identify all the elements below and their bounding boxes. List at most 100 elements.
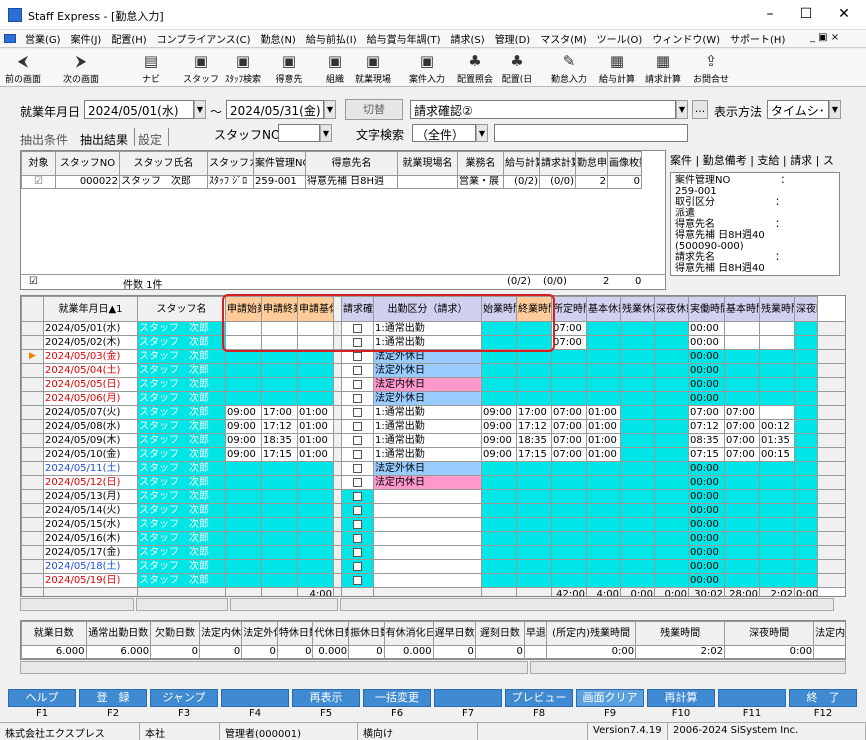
grid-cell[interactable]: 2024/05/18(土) bbox=[43, 559, 138, 574]
menu-item-9[interactable]: マスタ(M) bbox=[535, 31, 591, 46]
grid-cell[interactable] bbox=[759, 377, 795, 392]
grid-cell[interactable] bbox=[481, 545, 517, 560]
grid-cell[interactable]: 01:00 bbox=[586, 419, 621, 434]
text-search-input[interactable] bbox=[494, 124, 688, 142]
grid-cell[interactable] bbox=[794, 391, 818, 406]
confirm-checkbox-cell[interactable] bbox=[341, 517, 374, 532]
menu-item-5[interactable]: 給与前払(I) bbox=[301, 31, 362, 46]
grid-cell[interactable] bbox=[620, 447, 655, 462]
grid-cell[interactable]: 2024/05/05(日) bbox=[43, 377, 138, 392]
confirm-checkbox-cell[interactable] bbox=[341, 475, 374, 490]
grid-cell[interactable] bbox=[516, 559, 552, 574]
grid-cell[interactable]: スタッフ 次郎 bbox=[137, 489, 226, 504]
grid-cell[interactable] bbox=[551, 573, 587, 588]
row-selector[interactable] bbox=[21, 321, 44, 336]
grid-cell[interactable] bbox=[654, 405, 689, 420]
row-selector[interactable] bbox=[21, 517, 44, 532]
table-row[interactable]: 2024/05/06(月) スタッフ 次郎 法定外休日 00:00 bbox=[21, 391, 845, 406]
table-row[interactable]: 2024/05/11(土) スタッフ 次郎 法定外休日 00:00 bbox=[21, 461, 845, 476]
grid-cell[interactable] bbox=[794, 545, 818, 560]
confirm-checkbox[interactable] bbox=[353, 519, 362, 529]
column-header[interactable]: 業務名 bbox=[457, 151, 504, 176]
fkey-button-f11[interactable] bbox=[718, 689, 786, 707]
grid-cell[interactable] bbox=[794, 489, 818, 504]
grid-cell[interactable] bbox=[759, 321, 795, 336]
confirm-checkbox[interactable] bbox=[353, 477, 362, 487]
row-selector[interactable] bbox=[21, 545, 44, 560]
grid-cell[interactable] bbox=[654, 517, 689, 532]
grid-cell[interactable] bbox=[620, 517, 655, 532]
grid-cell[interactable]: スタッフ 次郎 bbox=[137, 545, 226, 560]
display-method-select[interactable]: タイムシ･ bbox=[767, 100, 829, 119]
grid-cell[interactable]: 01:00 bbox=[586, 433, 621, 448]
grid-cell[interactable]: 00:00 bbox=[688, 503, 725, 518]
grid-cell[interactable] bbox=[373, 559, 482, 574]
table-row[interactable]: 2024/05/14(火) スタッフ 次郎 00:00 bbox=[21, 503, 845, 518]
column-header[interactable]: 請求計算 bbox=[539, 151, 576, 176]
tab-extract-conditions[interactable]: 抽出条件 bbox=[20, 131, 68, 148]
grid-cell[interactable] bbox=[261, 489, 298, 504]
grid-cell[interactable] bbox=[225, 391, 262, 406]
grid-cell[interactable] bbox=[759, 391, 795, 406]
grid-cell[interactable] bbox=[297, 377, 334, 392]
grid-cell[interactable]: 07:00 bbox=[551, 321, 587, 336]
grid-cell[interactable]: スタッフ 次郎 bbox=[137, 447, 226, 462]
grid-cell[interactable]: 2024/05/01(水) bbox=[43, 321, 138, 336]
horizontal-scrollbar[interactable] bbox=[20, 598, 134, 611]
grid-cell[interactable] bbox=[759, 545, 795, 560]
grid-cell[interactable] bbox=[261, 559, 298, 574]
grid-cell[interactable] bbox=[654, 545, 689, 560]
toolbar-button-0[interactable]: ⮜ 前の画面 bbox=[0, 49, 46, 87]
grid-cell[interactable] bbox=[225, 461, 262, 476]
menu-item-7[interactable]: 請求(S) bbox=[446, 31, 490, 46]
grid-cell[interactable] bbox=[297, 475, 334, 490]
grid-cell[interactable] bbox=[373, 573, 482, 588]
grid-cell[interactable]: 2024/05/04(土) bbox=[43, 363, 138, 378]
switch-button[interactable]: 切替 bbox=[345, 99, 403, 120]
grid-cell[interactable] bbox=[297, 503, 334, 518]
grid-cell[interactable] bbox=[297, 517, 334, 532]
grid-cell[interactable]: 07:00 bbox=[724, 447, 760, 462]
column-header[interactable]: 対象 bbox=[21, 151, 56, 176]
grid-cell[interactable] bbox=[794, 475, 818, 490]
fkey-button-f4[interactable] bbox=[221, 689, 289, 707]
grid-cell[interactable] bbox=[481, 475, 517, 490]
grid-cell[interactable]: 17:15 bbox=[516, 447, 552, 462]
grid-cell[interactable] bbox=[261, 573, 298, 588]
grid-cell[interactable] bbox=[794, 461, 818, 476]
grid-cell[interactable] bbox=[481, 559, 517, 574]
grid-cell[interactable]: 07:00 bbox=[551, 405, 587, 420]
grid-cell[interactable] bbox=[620, 489, 655, 504]
grid-cell[interactable]: 00:00 bbox=[688, 489, 725, 504]
grid-cell[interactable]: スタッフ 次郎 bbox=[137, 433, 226, 448]
grid-cell[interactable] bbox=[794, 321, 818, 336]
horizontal-scrollbar[interactable] bbox=[136, 598, 228, 611]
row-selector[interactable] bbox=[21, 391, 44, 406]
fkey-button-f2[interactable]: 登 録 bbox=[79, 689, 147, 707]
grid-cell[interactable]: 00:12 bbox=[759, 419, 795, 434]
grid-cell[interactable] bbox=[794, 349, 818, 364]
toolbar-button-13[interactable]: ▦ 請求計算 bbox=[640, 49, 686, 87]
grid-cell[interactable]: 09:00 bbox=[225, 433, 262, 448]
grid-cell[interactable]: 07:00 bbox=[551, 335, 587, 350]
grid-cell[interactable] bbox=[481, 391, 517, 406]
grid-cell[interactable]: 2024/05/15(水) bbox=[43, 517, 138, 532]
grid-cell[interactable]: 07:00 bbox=[724, 433, 760, 448]
menu-item-6[interactable]: 給与賞与年調(T) bbox=[362, 31, 446, 46]
grid-cell[interactable] bbox=[516, 503, 552, 518]
grid-cell[interactable]: 09:00 bbox=[481, 419, 517, 434]
footer-check[interactable]: ☑ bbox=[29, 276, 38, 287]
grid-cell[interactable]: 2024/05/03(金) bbox=[43, 349, 138, 364]
grid-cell[interactable] bbox=[794, 335, 818, 350]
menu-item-1[interactable]: 案件(J) bbox=[66, 31, 107, 46]
confirm-checkbox[interactable] bbox=[353, 449, 362, 459]
grid-cell[interactable] bbox=[516, 391, 552, 406]
table-row[interactable]: 2024/05/18(土) スタッフ 次郎 00:00 bbox=[21, 559, 845, 574]
grid-cell[interactable] bbox=[586, 321, 621, 336]
grid-cell[interactable]: 1:通常出勤 bbox=[373, 447, 482, 462]
table-row[interactable]: ☑ 000022 スタッフ 次郎 ｽﾀｯﾌ ｼﾞﾛ 259-001 得意先補 日8H週 営業… bbox=[21, 175, 642, 189]
grid-cell[interactable] bbox=[261, 545, 298, 560]
grid-cell[interactable] bbox=[261, 517, 298, 532]
grid-cell[interactable] bbox=[759, 349, 795, 364]
grid-cell[interactable] bbox=[225, 475, 262, 490]
